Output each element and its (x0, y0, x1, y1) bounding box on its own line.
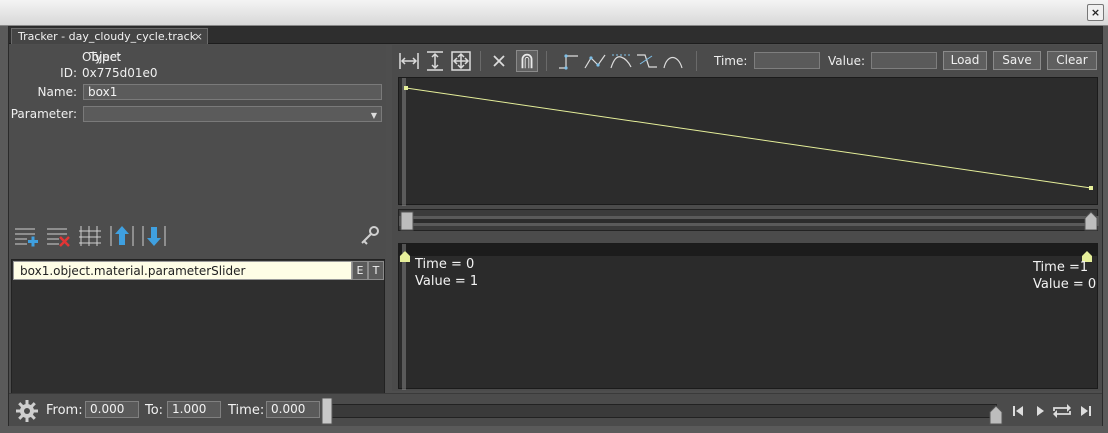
timeline-end-marker (989, 405, 1003, 425)
key-timeline[interactable]: Time = 0 Value = 1 Time =1 Value = 0 (398, 243, 1098, 390)
value-label: Value: (828, 54, 865, 68)
parameter-label: Parameter: (10, 107, 77, 121)
fit-vertical-icon[interactable] (424, 50, 446, 72)
track-t-button[interactable]: T (368, 261, 384, 280)
key-start-value: Value = 1 (415, 274, 479, 289)
timeline-bar: From: 0.000 To: 1.000 Time: 0.000 (9, 393, 1102, 426)
key-end-value: Value = 0 (1033, 277, 1097, 292)
curve-graph[interactable] (398, 77, 1098, 206)
smooth-interp-icon[interactable] (662, 50, 684, 72)
toolbar-separator (480, 51, 481, 71)
gear-icon[interactable] (15, 399, 39, 423)
fit-all-icon[interactable] (450, 50, 472, 72)
to-input[interactable]: 1.000 (167, 401, 221, 418)
value-input[interactable] (871, 52, 937, 69)
tab-bar: Tracker - day_cloudy_cycle.track × (9, 27, 1102, 44)
to-label: To: (145, 403, 164, 418)
curve-canvas (402, 78, 1093, 206)
load-button[interactable]: Load (943, 51, 987, 70)
curve-panel: Time: Value: Load Save Clear Time = 0 Va… (392, 45, 1102, 391)
tracker-window: Tracker - day_cloudy_cycle.track × Type:… (8, 26, 1103, 426)
object-panel: Type: Object ID: 0x775d01e0 Name: box1 P… (9, 45, 386, 409)
time-input-bottom[interactable]: 0.000 (266, 401, 320, 418)
parameter-combo[interactable]: ▼ (83, 106, 382, 122)
timeline-slider[interactable] (321, 398, 1003, 425)
key-icon[interactable] (357, 223, 383, 249)
list-item[interactable]: box1.object.material.parameterSlider (13, 261, 352, 280)
curve-line (405, 87, 1092, 189)
name-label: Name: (37, 85, 77, 99)
curve-scrollbar[interactable] (398, 209, 1099, 231)
from-label: From: (46, 403, 83, 418)
id-label: ID: (60, 66, 77, 80)
key-canvas (400, 244, 1092, 390)
linear-interp-icon[interactable] (584, 50, 606, 72)
background-window: × (0, 0, 1108, 26)
key-marker-start (400, 251, 410, 262)
id-value: 0x775d01e0 (82, 66, 158, 80)
save-button[interactable]: Save (993, 51, 1041, 70)
delete-key-icon[interactable] (488, 50, 510, 72)
remove-track-icon[interactable] (45, 223, 71, 249)
tab-tracker[interactable]: Tracker - day_cloudy_cycle.track × (11, 28, 208, 44)
time-label: Time: (714, 54, 748, 68)
toolbar-separator (546, 51, 547, 71)
play-icon[interactable] (1031, 402, 1049, 420)
time-input[interactable] (754, 52, 820, 69)
key-end-time: Time =1 (1033, 260, 1089, 275)
close-button[interactable]: × (1087, 4, 1104, 21)
scrollbar-canvas (399, 211, 1099, 231)
type-value: Object (82, 50, 122, 64)
track-e-button[interactable]: E (352, 261, 368, 280)
move-down-icon[interactable] (141, 223, 167, 249)
time-label-bottom: Time: (228, 403, 265, 418)
from-input[interactable]: 0.000 (85, 401, 139, 418)
add-track-icon[interactable] (13, 223, 39, 249)
track-label: box1.object.material.parameterSlider (20, 264, 246, 278)
name-field[interactable]: box1 (83, 84, 382, 100)
key-start-label: Time = 0 Value = 1 (415, 256, 478, 290)
toolbar-separator (696, 51, 697, 71)
track-list: box1.object.material.parameterSlider E T (11, 259, 385, 409)
curve-key-end (1089, 186, 1093, 190)
scrollbar-left-handle (400, 211, 414, 231)
step-interp-icon[interactable] (558, 50, 580, 72)
columns-icon[interactable] (77, 223, 103, 249)
move-up-icon[interactable] (109, 223, 135, 249)
chevron-down-icon: ▼ (370, 111, 377, 120)
clear-button[interactable]: Clear (1047, 51, 1097, 70)
fit-horizontal-icon[interactable] (398, 50, 420, 72)
timeline-thumb (321, 398, 333, 425)
tangent-break-icon[interactable] (636, 50, 658, 72)
track-toolbar (13, 223, 383, 251)
loop-icon[interactable] (1051, 402, 1073, 420)
tab-close-icon[interactable]: × (194, 30, 203, 43)
skip-start-icon[interactable] (1009, 402, 1027, 420)
magnet-icon[interactable] (516, 50, 538, 72)
timeline-canvas (321, 398, 1003, 425)
tab-title: Tracker - day_cloudy_cycle.track (18, 30, 197, 43)
key-end-label: Time =1 Value = 0 (1033, 259, 1096, 293)
scrollbar-right-handle (1084, 211, 1098, 231)
curve-key-start (404, 86, 408, 90)
key-start-time: Time = 0 (415, 257, 475, 272)
bezier-interp-icon[interactable] (610, 50, 632, 72)
skip-end-icon[interactable] (1077, 402, 1095, 420)
